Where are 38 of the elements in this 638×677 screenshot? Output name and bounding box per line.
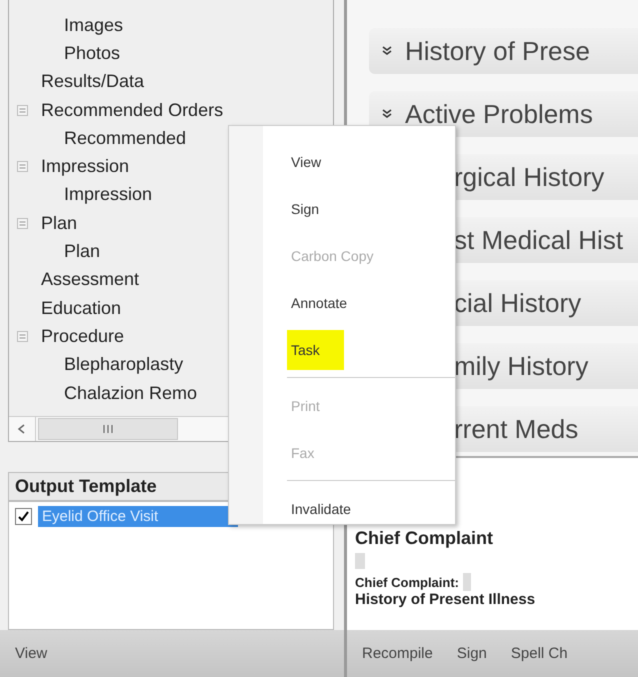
section-header[interactable]: Active Problems: [369, 91, 638, 137]
text-field[interactable]: [355, 553, 365, 569]
scrollbar-thumb[interactable]: [38, 418, 178, 440]
menu-item[interactable]: View: [287, 142, 326, 182]
note-heading: History of Present Illness: [355, 591, 536, 608]
chevron-icon[interactable]: [381, 46, 393, 56]
note-heading: Chief Complaint: [355, 528, 494, 549]
tree-item[interactable]: Images: [64, 14, 124, 36]
menu-item[interactable]: Sign: [287, 188, 324, 228]
tree-item[interactable]: Plan: [64, 241, 100, 262]
tree-item[interactable]: Recommended Orders: [41, 100, 224, 121]
menu-item[interactable]: Annotate: [287, 282, 352, 322]
tree-item[interactable]: Procedure: [41, 326, 124, 347]
checkbox[interactable]: [15, 508, 32, 525]
tree-item[interactable]: Education: [41, 298, 122, 319]
tree-item[interactable]: Photos: [64, 42, 120, 64]
field-label: Chief Complaint:: [355, 574, 459, 590]
tree-item[interactable]: Recommended: [64, 128, 186, 149]
tree-item[interactable]: Impression: [41, 156, 130, 178]
toolbar-button[interactable]: Spell Ch: [508, 641, 571, 666]
toolbar-button[interactable]: Sign: [454, 641, 490, 666]
tree-item[interactable]: Chalazion Remo: [64, 382, 198, 404]
tree-item[interactable]: Plan: [41, 212, 78, 234]
collapse-icon[interactable]: [17, 218, 28, 229]
chevron-icon[interactable]: [381, 109, 393, 119]
tree-item[interactable]: Blepharoplasty: [64, 354, 184, 376]
collapse-icon[interactable]: [17, 161, 28, 172]
collapse-icon[interactable]: [17, 104, 28, 116]
tree-item[interactable]: Results/Data: [41, 71, 144, 92]
tree-item[interactable]: Assessment: [41, 269, 140, 290]
tree-item[interactable]: Impression: [64, 184, 152, 206]
text-field[interactable]: [463, 573, 471, 591]
grip-icon: [102, 425, 114, 433]
toolbar-button[interactable]: Recompile: [359, 641, 436, 666]
menu-item[interactable]: Task: [287, 330, 344, 370]
view-button[interactable]: View: [12, 641, 50, 666]
section-header[interactable]: History of Prese: [369, 28, 638, 74]
collapse-icon[interactable]: [17, 330, 28, 342]
